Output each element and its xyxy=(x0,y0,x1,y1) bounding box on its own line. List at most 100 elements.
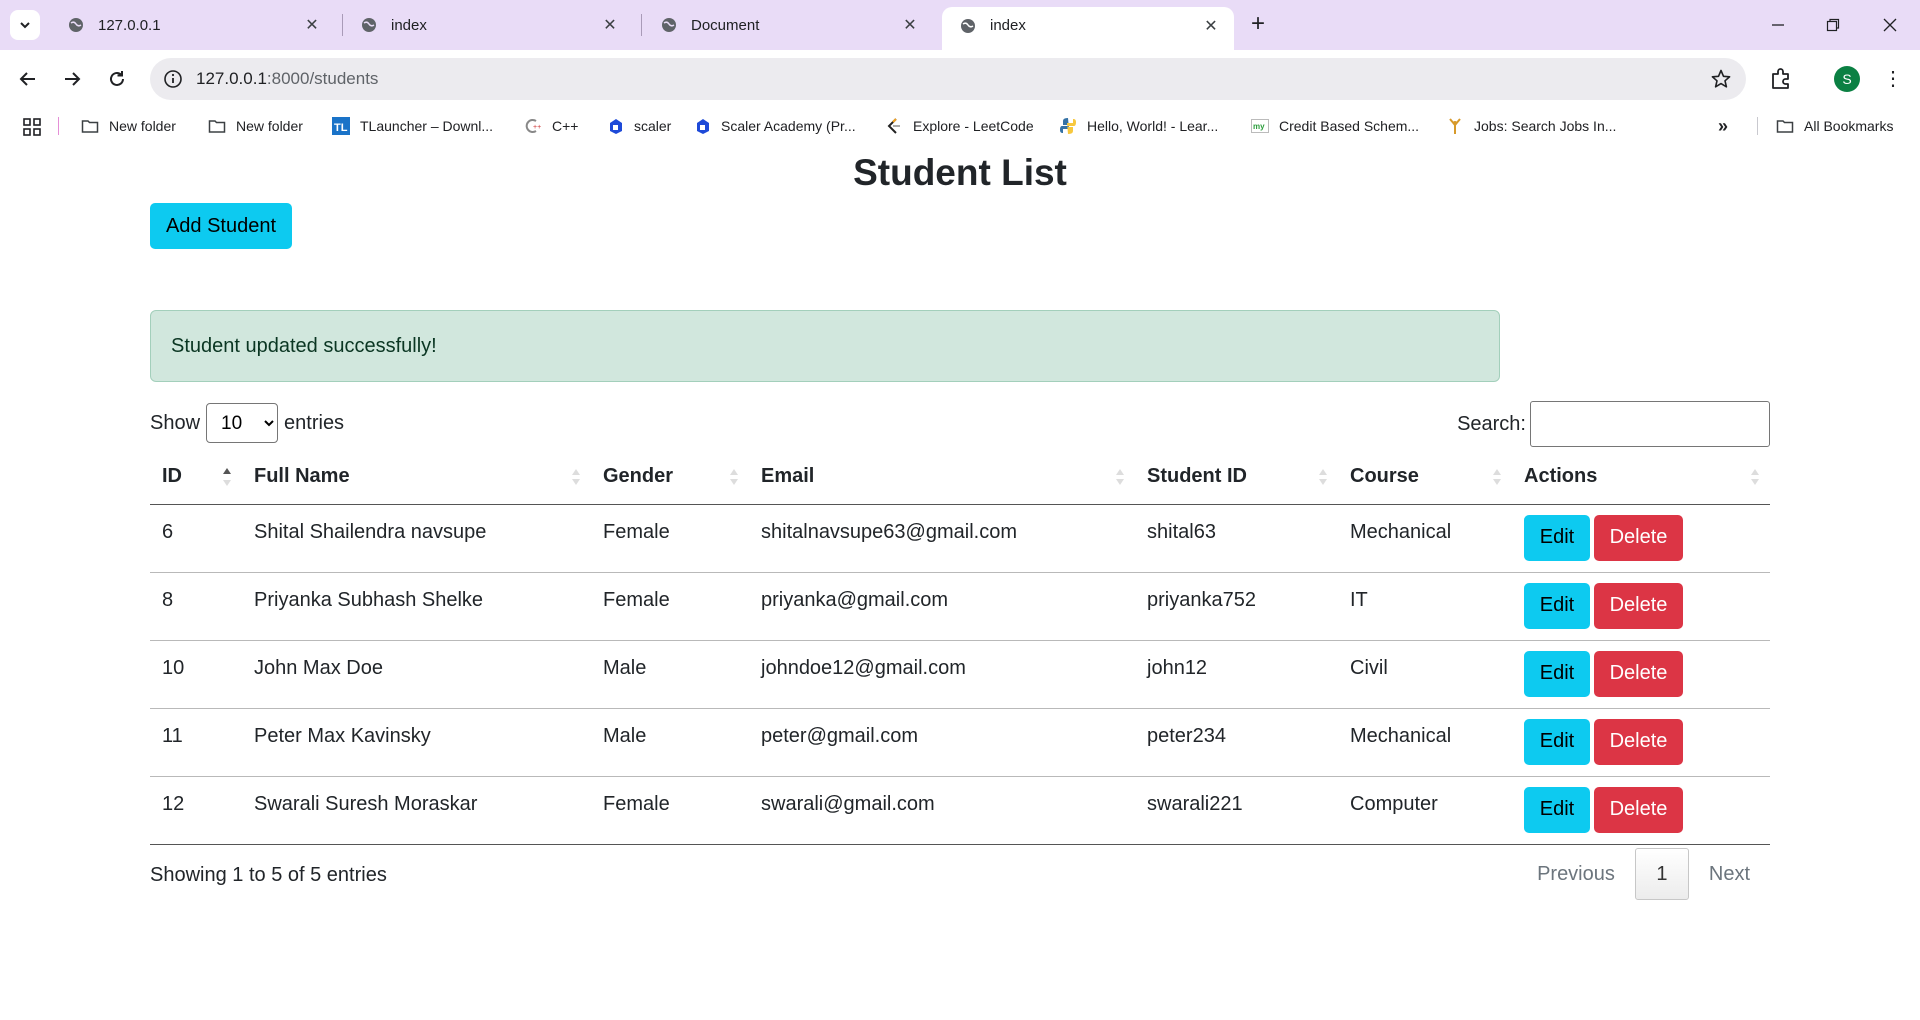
length-suffix: entries xyxy=(284,411,345,434)
delete-button[interactable]: Delete xyxy=(1594,582,1683,629)
cell-student-id: priyanka752 xyxy=(1135,572,1338,641)
cell-actions: Edit Delete xyxy=(1512,776,1770,845)
cell-gender: Male xyxy=(591,640,749,709)
cell-full-name: Peter Max Kavinsky xyxy=(242,708,591,777)
delete-button[interactable]: Delete xyxy=(1594,786,1683,833)
scaler-icon xyxy=(697,119,709,134)
arrow-right-icon xyxy=(65,72,81,86)
bookmark-label: New folder xyxy=(236,118,303,134)
column-label: Gender xyxy=(603,465,674,488)
extensions-icon[interactable] xyxy=(1766,64,1796,94)
browser-tab-active[interactable]: index ✕ xyxy=(942,7,1234,50)
cell-id: 12 xyxy=(150,776,242,845)
column-header-full-name[interactable]: Full Name xyxy=(242,450,591,505)
table-row: 6 Shital Shailendra navsupe Female shita… xyxy=(150,504,1770,573)
new-tab-button[interactable]: + xyxy=(1244,11,1272,39)
bookmark-label: Explore - LeetCode xyxy=(913,118,1034,134)
edit-button[interactable]: Edit xyxy=(1524,718,1590,765)
bookmark-item[interactable]: TL TLauncher – Downl... xyxy=(332,114,493,138)
bookmark-divider xyxy=(1757,117,1758,135)
bookmark-item[interactable]: ++ C++ xyxy=(524,114,578,138)
previous-page-button[interactable]: Previous xyxy=(1517,848,1635,900)
close-icon[interactable]: ✕ xyxy=(1202,16,1220,36)
close-icon[interactable]: ✕ xyxy=(901,15,919,35)
tab-title: 127.0.0.1 xyxy=(98,16,161,34)
sort-icon xyxy=(572,468,580,485)
delete-button[interactable]: Delete xyxy=(1594,514,1683,561)
minimize-icon xyxy=(1772,24,1784,26)
bookmark-item[interactable]: Hello, World! - Lear... xyxy=(1059,114,1218,138)
bookmark-item[interactable]: Explore - LeetCode xyxy=(885,114,1034,138)
globe-icon xyxy=(662,18,676,32)
browser-tab[interactable]: 127.0.0.1 ✕ xyxy=(50,8,335,42)
edit-button[interactable]: Edit xyxy=(1524,582,1590,629)
edit-button[interactable]: Edit xyxy=(1524,514,1590,561)
cell-course: IT xyxy=(1338,572,1512,641)
bookmark-label: Scaler Academy (Pr... xyxy=(721,118,856,134)
folder-icon xyxy=(1776,120,1794,133)
site-info-icon[interactable] xyxy=(162,68,184,90)
table-search: Search: xyxy=(1457,401,1770,447)
length-prefix: Show xyxy=(150,411,201,434)
page-number-button[interactable]: 1 xyxy=(1634,848,1689,900)
globe-icon xyxy=(69,18,83,32)
cell-full-name: Priyanka Subhash Shelke xyxy=(242,572,591,641)
close-window-button[interactable] xyxy=(1870,10,1910,40)
star-icon[interactable] xyxy=(1710,68,1732,90)
back-button[interactable] xyxy=(12,63,44,95)
delete-button[interactable]: Delete xyxy=(1594,718,1683,765)
more-bookmarks-chevron-icon[interactable]: » xyxy=(1718,114,1728,138)
column-label: Student ID xyxy=(1147,465,1247,488)
address-bar[interactable]: 127.0.0.1:8000/students xyxy=(150,58,1746,100)
column-header-id[interactable]: ID xyxy=(150,450,242,505)
cell-email: shitalnavsupe63@gmail.com xyxy=(749,504,1135,573)
search-input[interactable] xyxy=(1530,401,1770,447)
more-menu-icon[interactable]: ⋮ xyxy=(1880,66,1906,92)
table-row: 11 Peter Max Kavinsky Male peter@gmail.c… xyxy=(150,708,1770,777)
bookmark-item[interactable]: Scaler Academy (Pr... xyxy=(693,114,856,138)
entries-select[interactable]: 10 xyxy=(206,403,279,443)
bookmark-item[interactable]: New folder xyxy=(81,114,176,138)
column-header-email[interactable]: Email xyxy=(749,450,1135,505)
bookmark-item[interactable]: my Credit Based Schem... xyxy=(1251,114,1419,138)
browser-tab[interactable]: index ✕ xyxy=(343,8,633,42)
cell-gender: Female xyxy=(591,572,749,641)
leetcode-icon xyxy=(887,118,900,134)
sort-icon xyxy=(1751,468,1759,485)
column-header-course[interactable]: Course xyxy=(1338,450,1512,505)
column-header-student-id[interactable]: Student ID xyxy=(1135,450,1338,505)
url-text[interactable]: 127.0.0.1:8000/students xyxy=(196,69,378,89)
next-page-button[interactable]: Next xyxy=(1689,848,1770,900)
edit-button[interactable]: Edit xyxy=(1524,650,1590,697)
close-icon[interactable]: ✕ xyxy=(303,15,321,35)
forward-button[interactable] xyxy=(56,63,88,95)
bookmark-item[interactable]: scaler xyxy=(606,114,671,138)
column-header-actions[interactable]: Actions xyxy=(1512,450,1770,505)
apps-grid-icon[interactable] xyxy=(22,117,42,137)
close-icon[interactable]: ✕ xyxy=(601,15,619,35)
bookmark-item[interactable]: New folder xyxy=(208,114,303,138)
tab-search-button[interactable] xyxy=(10,10,40,40)
minimize-button[interactable] xyxy=(1758,10,1798,40)
edit-button[interactable]: Edit xyxy=(1524,786,1590,833)
column-label: Actions xyxy=(1524,465,1598,488)
bookmark-label: TLauncher – Downl... xyxy=(360,118,494,134)
column-header-gender[interactable]: Gender xyxy=(591,450,749,505)
entries-length-control: Show 10 entries xyxy=(150,402,344,444)
sort-ascending-icon xyxy=(223,467,231,486)
cell-actions: Edit Delete xyxy=(1512,572,1770,641)
browser-tab[interactable]: Document ✕ xyxy=(643,8,933,42)
add-student-button[interactable]: Add Student xyxy=(150,203,292,249)
cell-id: 8 xyxy=(150,572,242,641)
all-bookmarks-button[interactable]: All Bookmarks xyxy=(1776,114,1893,138)
delete-button[interactable]: Delete xyxy=(1594,650,1683,697)
bookmark-item[interactable]: Jobs: Search Jobs In... xyxy=(1446,114,1616,138)
avatar[interactable]: S xyxy=(1834,66,1860,92)
column-label: Course xyxy=(1350,465,1419,488)
folder-icon xyxy=(81,120,99,133)
bookmark-label: Hello, World! - Lear... xyxy=(1087,118,1219,134)
reload-button[interactable] xyxy=(101,63,133,95)
restore-button[interactable] xyxy=(1813,10,1853,40)
cell-gender: Male xyxy=(591,708,749,777)
cell-id: 6 xyxy=(150,504,242,573)
